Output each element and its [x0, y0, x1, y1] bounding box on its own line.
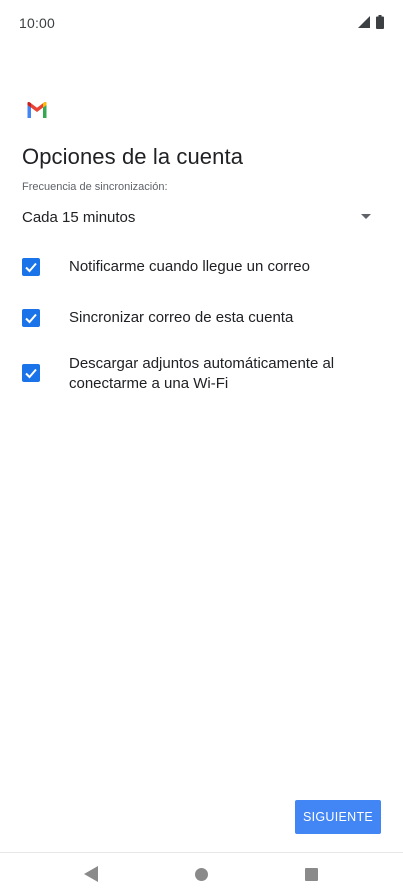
status-time: 10:00 [19, 15, 56, 31]
sync-account-option[interactable]: Sincronizar correo de esta cuenta [22, 308, 382, 328]
checkmark-icon [25, 368, 37, 379]
download-attachments-label: Descargar adjuntos automáticamente al co… [69, 355, 335, 392]
notify-new-mail-label: Notificarme cuando llegue un correo [69, 258, 310, 275]
next-button[interactable]: SIGUIENTE [295, 800, 381, 834]
checkmark-icon [25, 313, 37, 324]
back-icon[interactable] [84, 866, 98, 882]
sync-frequency-label: Frecuencia de sincronización: [22, 181, 168, 193]
battery-icon [376, 15, 384, 29]
sync-frequency-value: Cada 15 minutos [22, 209, 136, 226]
status-bar: 10:00 [0, 0, 403, 46]
sync-frequency-select[interactable]: Cada 15 minutos [22, 202, 377, 234]
signal-icon [358, 16, 370, 28]
navigation-bar [0, 852, 403, 896]
home-icon[interactable] [195, 868, 208, 881]
checkmark-icon [25, 262, 37, 273]
sync-account-checkbox[interactable] [22, 309, 40, 327]
download-attachments-option[interactable]: Descargar adjuntos automáticamente al co… [22, 354, 382, 394]
download-attachments-checkbox[interactable] [22, 364, 40, 382]
notify-new-mail-option[interactable]: Notificarme cuando llegue un correo [22, 257, 382, 277]
gmail-logo-icon [27, 101, 47, 118]
sync-account-label: Sincronizar correo de esta cuenta [69, 309, 294, 326]
notify-new-mail-checkbox[interactable] [22, 258, 40, 276]
page-title: Opciones de la cuenta [22, 144, 244, 169]
dropdown-arrow-icon [361, 214, 371, 219]
recents-icon[interactable] [305, 868, 318, 881]
